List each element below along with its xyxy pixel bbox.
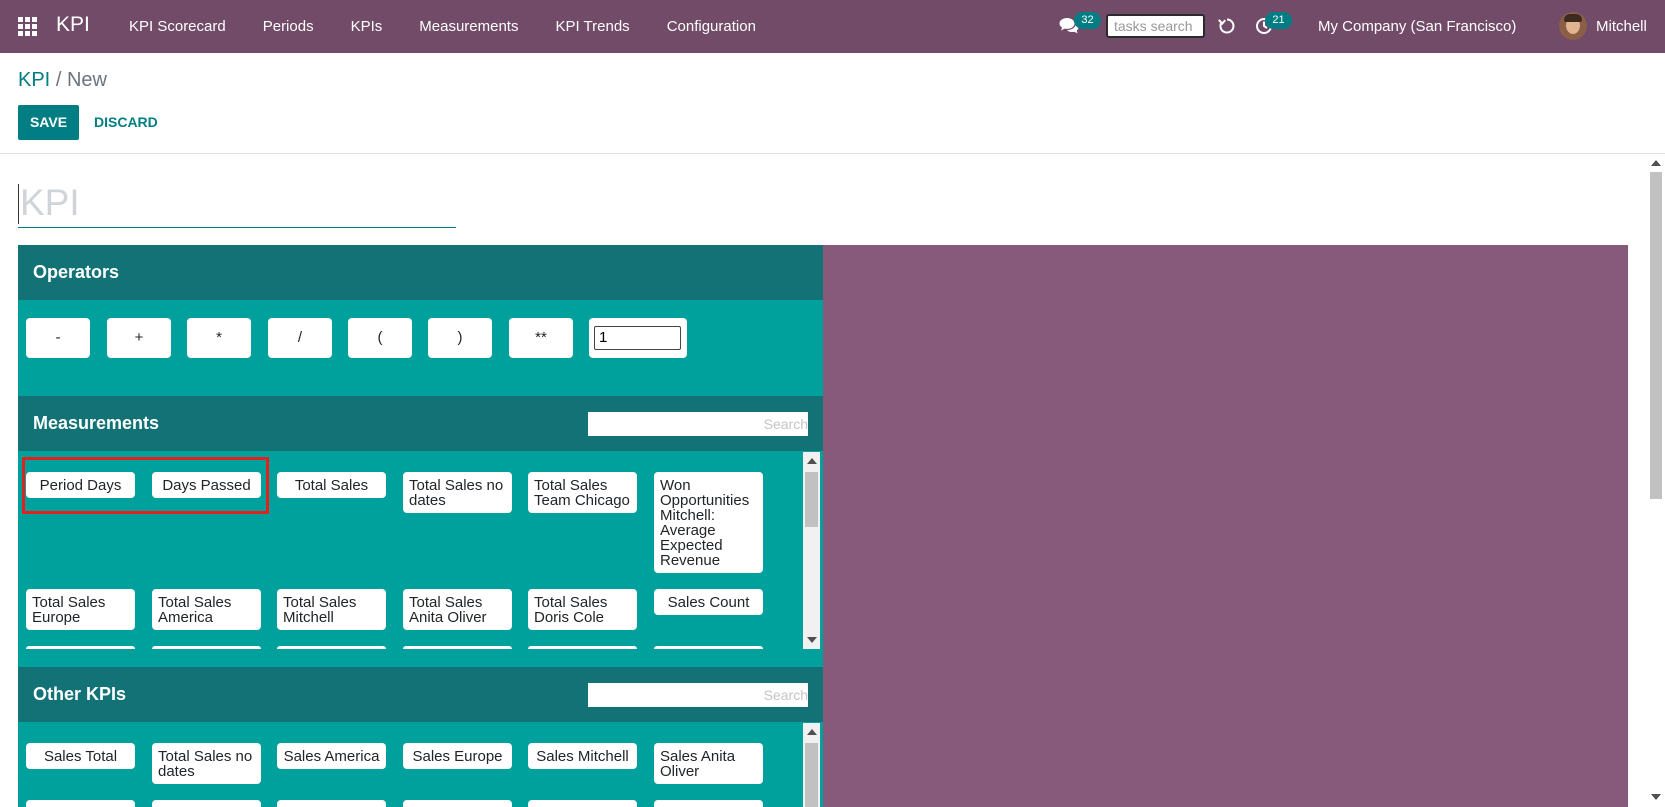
page-scrollbar-thumb[interactable] [1650, 172, 1662, 499]
number-constant-input[interactable]: 1 [594, 326, 681, 350]
scrollbar-thumb[interactable] [805, 743, 818, 807]
apps-menu-icon[interactable] [18, 17, 38, 37]
operator-minus-button[interactable]: - [26, 318, 90, 358]
other-kpis-scrollbar[interactable] [803, 723, 820, 807]
selection-highlight-box [22, 457, 269, 514]
formula-builder-panel: Operators - + * / ( ) ** 1 Measurements … [18, 245, 823, 807]
measurement-chip[interactable]: Total Sales Anita Oliver [403, 589, 512, 630]
other-kpis-search-input[interactable]: Search [588, 683, 808, 707]
messages-count-badge: 32 [1074, 12, 1101, 29]
save-button[interactable]: SAVE [18, 105, 79, 140]
scroll-down-arrow-icon[interactable] [807, 637, 817, 643]
menu-kpi-trends[interactable]: KPI Trends [537, 0, 648, 53]
breadcrumb-kpi-link[interactable]: KPI [18, 69, 50, 91]
menu-configuration[interactable]: Configuration [648, 0, 774, 53]
kpi-chip[interactable]: Sales Europe [403, 743, 512, 769]
operator-plus-button[interactable]: + [107, 318, 171, 358]
discard-button[interactable]: DISCARD [94, 105, 158, 140]
kpi-chip-partial [152, 800, 261, 807]
operator-divide-button[interactable]: / [268, 318, 332, 358]
kpi-chip[interactable]: Sales America [277, 743, 386, 769]
kpi-chip[interactable]: Sales Mitchell [528, 743, 637, 769]
measurement-chip[interactable]: Won Opportunities Mitchell: Average Expe… [654, 472, 763, 573]
kpi-chip[interactable]: Sales Total [26, 743, 135, 769]
breadcrumb-current: New [66, 69, 107, 91]
measurement-chip[interactable]: Total Sales [277, 472, 386, 498]
user-menu[interactable]: Mitchell [1596, 0, 1647, 53]
measurements-search-input[interactable]: Search [588, 412, 808, 436]
page-scroll-down-icon[interactable] [1651, 794, 1661, 800]
text-caret [18, 184, 19, 224]
menu-kpis[interactable]: KPIs [332, 0, 401, 53]
measurement-chip[interactable]: Total Sales America [152, 589, 261, 630]
kpi-chip-partial [26, 800, 135, 807]
user-avatar[interactable] [1559, 12, 1587, 40]
kpi-chip-partial [654, 800, 763, 807]
measurements-bottom-padding [18, 649, 823, 669]
tasks-search-input[interactable]: tasks search [1106, 14, 1205, 38]
operator-open-paren-button[interactable]: ( [348, 318, 412, 358]
menu-kpi-scorecard[interactable]: KPI Scorecard [129, 0, 244, 53]
number-constant-widget: 1 [589, 318, 687, 358]
operators-header: Operators [18, 245, 823, 300]
measurement-chip[interactable]: Sales Count [654, 589, 763, 615]
formula-preview-panel[interactable] [823, 245, 1628, 807]
menu-periods[interactable]: Periods [244, 0, 332, 53]
kpi-name-placeholder: KPI [20, 182, 80, 223]
operator-close-paren-button[interactable]: ) [428, 318, 492, 358]
main-menu: KPI Scorecard Periods KPIs Measurements … [129, 0, 774, 53]
scroll-up-arrow-icon[interactable] [807, 458, 817, 464]
kpi-chip-partial [403, 800, 512, 807]
measurements-title: Measurements [33, 413, 160, 433]
page-scroll-up-icon[interactable] [1651, 160, 1661, 166]
measurement-chip[interactable]: Total Sales no dates [403, 472, 512, 513]
breadcrumb-separator: / [55, 69, 62, 91]
measurement-chip[interactable]: Total Sales Mitchell [277, 589, 386, 630]
measurement-chip[interactable]: Total Sales Europe [26, 589, 135, 630]
measurement-chip[interactable]: Total Sales Doris Cole [528, 589, 637, 630]
kpi-name-input[interactable]: KPI [18, 178, 456, 228]
scrollbar-thumb[interactable] [805, 472, 818, 527]
activities-count-badge: 21 [1265, 12, 1292, 29]
kpi-chip[interactable]: Sales Anita Oliver [654, 743, 763, 784]
kpi-chip-partial [528, 800, 637, 807]
measurement-chip[interactable]: Total Sales Team Chicago [528, 472, 637, 513]
operator-multiply-button[interactable]: * [187, 318, 251, 358]
other-kpis-header: Other KPIs Search [18, 667, 823, 722]
app-brand[interactable]: KPI [56, 13, 90, 37]
other-kpis-title: Other KPIs [33, 684, 127, 704]
company-switcher[interactable]: My Company (San Francisco) [1318, 0, 1516, 53]
menu-measurements[interactable]: Measurements [401, 0, 537, 53]
control-panel-divider [0, 153, 1665, 154]
refresh-icon[interactable] [1218, 17, 1236, 35]
kpi-chip-partial [277, 800, 386, 807]
scroll-up-arrow-icon[interactable] [807, 729, 817, 735]
operators-title: Operators [33, 262, 120, 282]
top-navbar: KPI KPI Scorecard Periods KPIs Measureme… [0, 0, 1665, 53]
breadcrumb: KPI / New [18, 69, 107, 92]
page-scrollbar[interactable] [1647, 154, 1665, 807]
kpi-chip[interactable]: Total Sales no dates [152, 743, 261, 784]
operator-power-button[interactable]: ** [509, 318, 573, 358]
measurements-scrollbar[interactable] [803, 452, 820, 649]
measurements-header: Measurements Search [18, 396, 823, 451]
